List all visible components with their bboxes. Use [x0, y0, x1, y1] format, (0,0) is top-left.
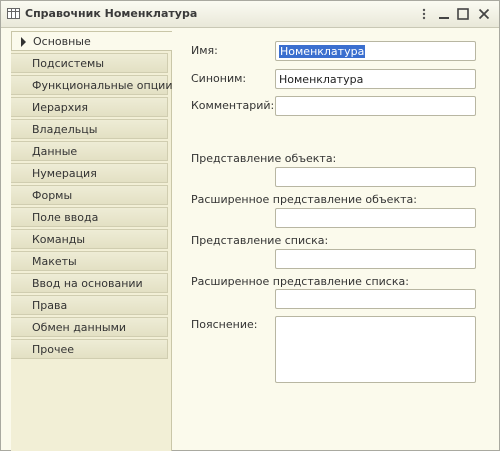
title-bar: Справочник Номенклатура	[1, 1, 499, 28]
sidebar-item-label: Нумерация	[32, 167, 97, 180]
table-icon	[7, 8, 20, 19]
synonym-field-value: Номенклатура	[279, 73, 364, 86]
menu-dots-icon[interactable]	[417, 7, 431, 21]
comment-label: Комментарий:	[191, 99, 275, 112]
ext-object-presentation-label: Расширенное представление объекта:	[191, 193, 417, 206]
window-title: Справочник Номенклатура	[25, 7, 198, 20]
sidebar-item-label: Иерархия	[32, 101, 88, 114]
list-presentation-label: Представление списка:	[191, 234, 329, 247]
sidebar-item-label: Поле ввода	[32, 211, 99, 224]
sidebar-item-functional-options[interactable]: Функциональные опции	[11, 75, 172, 95]
explanation-textarea[interactable]	[275, 316, 476, 383]
sidebar-item-label: Данные	[32, 145, 78, 158]
ext-list-presentation-label: Расширенное представление списка:	[191, 275, 409, 288]
name-field[interactable]: Номенклатура	[275, 41, 476, 61]
sidebar-item-input-by-basis[interactable]: Ввод на основании	[11, 273, 168, 293]
ext-list-presentation-field[interactable]	[275, 289, 476, 309]
sidebar-item-label: Права	[32, 299, 68, 312]
sidebar: Основные Подсистемы Функциональные опции…	[11, 31, 172, 451]
sidebar-item-hierarchy[interactable]: Иерархия	[11, 97, 168, 117]
catalog-window: Справочник Номенклатура Основные Подсист…	[0, 0, 500, 451]
sidebar-item-subsystems[interactable]: Подсистемы	[11, 53, 168, 73]
name-field-value: Номенклатура	[279, 45, 366, 58]
ext-object-presentation-field[interactable]	[275, 208, 476, 228]
sidebar-item-label: Прочее	[32, 343, 75, 356]
sidebar-item-templates[interactable]: Макеты	[11, 251, 168, 271]
sidebar-item-label: Макеты	[32, 255, 77, 268]
sidebar-item-label: Функциональные опции	[32, 79, 173, 92]
explanation-label: Пояснение:	[191, 318, 258, 331]
sidebar-item-main[interactable]: Основные	[11, 31, 172, 51]
object-presentation-field[interactable]	[275, 167, 476, 187]
close-icon[interactable]	[477, 7, 491, 21]
sidebar-item-forms[interactable]: Формы	[11, 185, 168, 205]
sidebar-item-owners[interactable]: Владельцы	[11, 119, 168, 139]
sidebar-item-label: Владельцы	[32, 123, 98, 136]
sidebar-item-label: Основные	[33, 35, 91, 48]
sidebar-item-label: Подсистемы	[32, 57, 105, 70]
current-item-marker-icon	[21, 37, 26, 47]
sidebar-item-numbering[interactable]: Нумерация	[11, 163, 168, 183]
sidebar-item-commands[interactable]: Команды	[11, 229, 168, 249]
maximize-icon[interactable]	[456, 7, 470, 21]
sidebar-item-label: Ввод на основании	[32, 277, 143, 290]
synonym-field[interactable]: Номенклатура	[275, 69, 476, 89]
sidebar-item-rights[interactable]: Права	[11, 295, 168, 315]
name-label: Имя:	[191, 44, 218, 57]
comment-field[interactable]	[275, 96, 476, 116]
sidebar-item-label: Команды	[32, 233, 86, 246]
sidebar-item-input-field[interactable]: Поле ввода	[11, 207, 168, 227]
synonym-label: Синоним:	[191, 72, 247, 85]
sidebar-item-data[interactable]: Данные	[11, 141, 168, 161]
object-presentation-label: Представление объекта:	[191, 152, 337, 165]
sidebar-item-other[interactable]: Прочее	[11, 339, 168, 359]
sidebar-item-label: Формы	[32, 189, 73, 202]
sidebar-item-data-exchange[interactable]: Обмен данными	[11, 317, 168, 337]
list-presentation-field[interactable]	[275, 249, 476, 269]
sidebar-item-label: Обмен данными	[32, 321, 127, 334]
minimize-icon[interactable]	[437, 7, 451, 21]
